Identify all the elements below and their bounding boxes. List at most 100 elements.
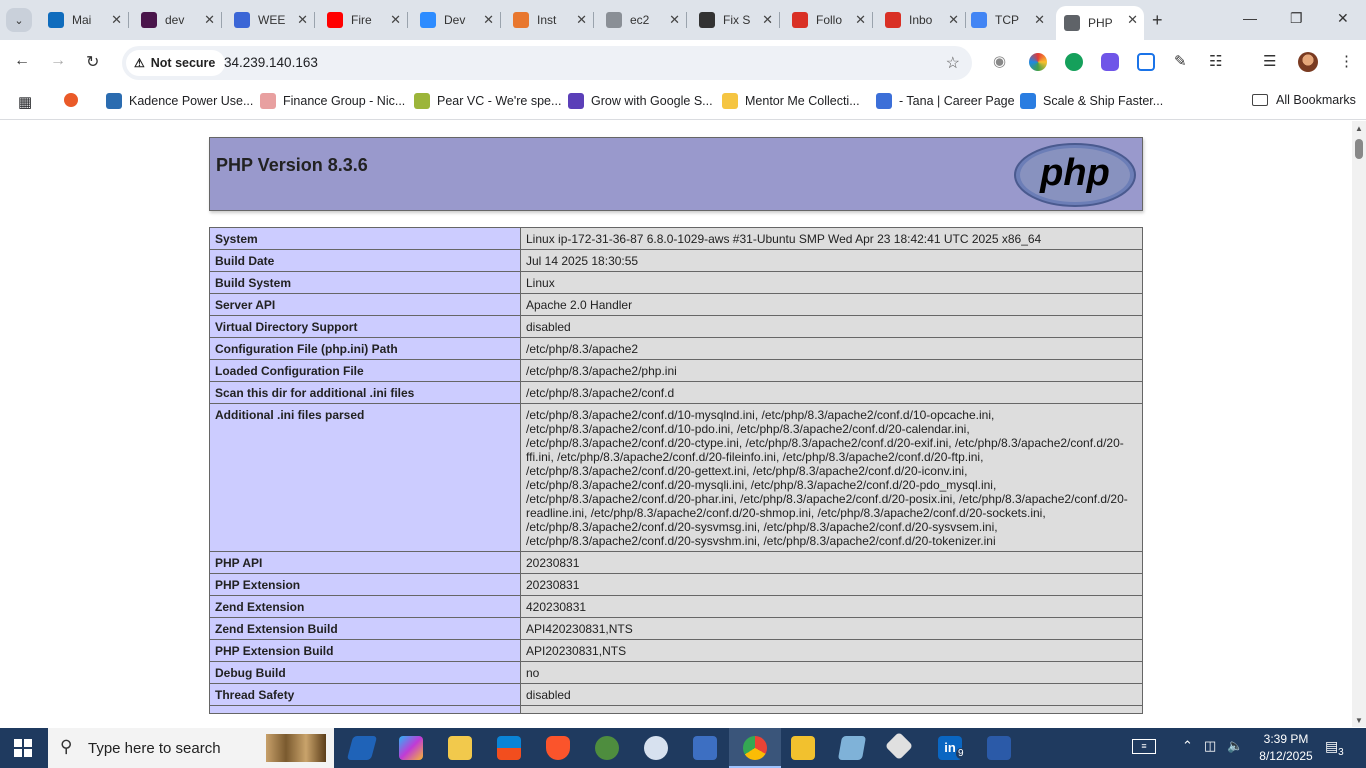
bookmark-label: Finance Group - Nic...: [283, 94, 406, 108]
docs-icon: [971, 12, 987, 28]
linkedin-badge: 9: [956, 748, 966, 759]
browser-tab[interactable]: Dev ✕: [412, 6, 501, 34]
extension-ai-icon[interactable]: [1101, 53, 1119, 71]
browser-tab[interactable]: Follo ✕: [784, 6, 873, 34]
taskbar-store-icon[interactable]: [497, 736, 521, 760]
tab-close-icon[interactable]: ✕: [576, 12, 587, 28]
avatar[interactable]: [1298, 52, 1318, 72]
row-value: /etc/php/8.3/apache2/conf.d/10-mysqlnd.i…: [520, 403, 1143, 552]
bookmark-favicon-icon: [722, 93, 738, 109]
php-info-table: System Linux ip-172-31-36-87 6.8.0-1029-a…: [209, 227, 1143, 714]
browser-tab[interactable]: Inbo ✕: [877, 6, 966, 34]
taskbar-brave-icon[interactable]: [546, 736, 570, 760]
tab-close-icon[interactable]: ✕: [390, 12, 401, 28]
tray-chevron-up-icon[interactable]: ⌃: [1182, 738, 1193, 754]
bookmark-item[interactable]: Grow with Google S...: [568, 93, 713, 109]
bookmark-item[interactable]: Mentor Me Collecti...: [722, 93, 860, 109]
media-controls-icon[interactable]: ☰: [1263, 52, 1276, 70]
bookmark-item[interactable]: Pear VC - We're spe...: [414, 93, 561, 109]
all-bookmarks[interactable]: All Bookmarks: [1252, 93, 1356, 107]
bookmark-star-icon[interactable]: ☆: [946, 53, 960, 73]
bookmark-item[interactable]: Kadence Power Use...: [106, 93, 253, 109]
browser-tab[interactable]: TCP ✕: [963, 6, 1051, 34]
tab-close-icon[interactable]: ✕: [1034, 12, 1045, 28]
grammarly-icon[interactable]: [1065, 53, 1083, 71]
taskbar-network-icon[interactable]: [693, 736, 717, 760]
browser-tab[interactable]: PHP ✕: [1056, 6, 1144, 40]
windows-start-button[interactable]: [14, 739, 32, 757]
screen-recorder-icon[interactable]: [1137, 53, 1155, 71]
row-value: /etc/php/8.3/apache2/php.ini: [520, 359, 1143, 382]
volume-icon[interactable]: 🔈: [1227, 738, 1243, 754]
camera-icon[interactable]: ◉: [993, 52, 1006, 70]
taskbar-powershell-icon[interactable]: [987, 736, 1011, 760]
taskbar-search[interactable]: ⚲ Type here to search: [48, 728, 334, 768]
browser-tab[interactable]: Mai ✕: [40, 6, 129, 34]
taskbar-copilot-icon[interactable]: [399, 736, 423, 760]
bookmark-favicon-icon: [106, 93, 122, 109]
taskbar-file-explorer-icon[interactable]: [448, 736, 472, 760]
taskbar-app-paper-icon[interactable]: [837, 736, 867, 760]
php-logo-icon: php: [1014, 143, 1136, 207]
more-menu-icon[interactable]: ⋮: [1339, 52, 1354, 70]
browser-tab[interactable]: ec2 ✕: [598, 6, 687, 34]
tab-close-icon[interactable]: ✕: [855, 12, 866, 28]
minimize-button[interactable]: —: [1243, 10, 1257, 26]
bookmark-item[interactable]: Finance Group - Nic...: [260, 93, 405, 109]
browser-tab[interactable]: dev ✕: [133, 6, 222, 34]
search-highlight-image: [266, 734, 326, 762]
network-status-icon[interactable]: ◫: [1204, 738, 1216, 754]
tab-close-icon[interactable]: ✕: [297, 12, 308, 28]
pen-icon[interactable]: ✎: [1174, 52, 1187, 70]
bookmark-item[interactable]: - Tana | Career Page: [876, 93, 1015, 109]
url-text[interactable]: 34.239.140.163: [224, 55, 318, 70]
tab-close-icon[interactable]: ✕: [1127, 12, 1138, 28]
browser-tab[interactable]: Fire ✕: [319, 6, 408, 34]
extensions-puzzle-icon[interactable]: ☷: [1209, 52, 1222, 70]
reload-button[interactable]: ↻: [86, 52, 99, 72]
browser-tab[interactable]: Fix S ✕: [691, 6, 780, 34]
bookmark-item[interactable]: Scale & Ship Faster...: [1020, 93, 1163, 109]
tab-close-icon[interactable]: ✕: [948, 12, 959, 28]
keyboard-icon[interactable]: ≡: [1132, 739, 1156, 754]
tab-search-button[interactable]: ⌄: [6, 8, 32, 32]
table-row: Zend Extension Build API420230831,NTS: [209, 617, 1143, 640]
new-tab-button[interactable]: +: [1152, 10, 1163, 31]
tab-close-icon[interactable]: ✕: [669, 12, 680, 28]
apps-grid-icon[interactable]: ▦: [18, 93, 32, 111]
taskbar-clock[interactable]: 3:39 PM 8/12/2025: [1256, 731, 1316, 765]
tab-close-icon[interactable]: ✕: [762, 12, 773, 28]
page-content: PHP Version 8.3.6 php System Linux ip-172…: [0, 121, 1352, 727]
table-row: Zend Extension 420230831: [209, 595, 1143, 618]
tab-close-icon[interactable]: ✕: [204, 12, 215, 28]
taskbar-app-bird-icon[interactable]: [644, 736, 668, 760]
security-chip[interactable]: ⚠ Not secure: [126, 50, 226, 76]
browser-tab[interactable]: WEE ✕: [226, 6, 315, 34]
page-scrollbar[interactable]: ▲ ▼: [1352, 121, 1366, 727]
taskbar-app-edge-blue[interactable]: [346, 736, 378, 760]
row-key: Scan this dir for additional .ini files: [209, 381, 521, 404]
scroll-down-icon[interactable]: ▼: [1355, 716, 1363, 725]
tab-close-icon[interactable]: ✕: [483, 12, 494, 28]
tab-label: Inst: [537, 13, 557, 27]
taskbar-app-yellow-icon[interactable]: [791, 736, 815, 760]
extension-color-icon[interactable]: [1029, 53, 1047, 71]
table-row: Thread Safety disabled: [209, 683, 1143, 706]
taskbar-app-git-icon[interactable]: [884, 731, 914, 761]
tab-separator: [128, 12, 129, 28]
scroll-up-icon[interactable]: ▲: [1355, 124, 1363, 133]
address-bar[interactable]: ⚠ Not secure 34.239.140.163 ☆: [122, 46, 972, 80]
close-window-button[interactable]: ✕: [1337, 10, 1349, 27]
tab-close-icon[interactable]: ✕: [111, 12, 122, 28]
row-key: Zend Extension Build: [209, 617, 521, 640]
notification-center[interactable]: ▤ 3: [1325, 738, 1348, 758]
restore-button[interactable]: ❐: [1290, 10, 1303, 27]
taskbar-chrome-active[interactable]: [729, 728, 781, 768]
bookmark-brave-icon[interactable]: [64, 93, 78, 107]
forward-button[interactable]: →: [50, 52, 66, 70]
scrollbar-thumb[interactable]: [1355, 139, 1363, 159]
table-row: Debug Build no: [209, 661, 1143, 684]
browser-tab[interactable]: Inst ✕: [505, 6, 594, 34]
taskbar-app-globe-icon[interactable]: [595, 736, 619, 760]
back-button[interactable]: ←: [14, 52, 30, 70]
